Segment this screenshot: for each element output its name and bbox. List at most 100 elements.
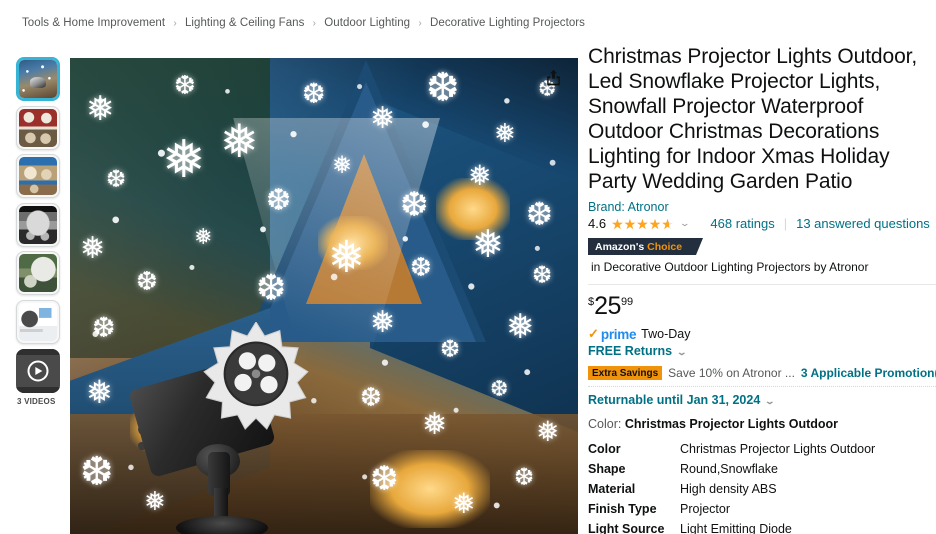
product-image-viewer[interactable]: ❅ ❆ ❅ ❆ ❅ ❆ ❅ ❆ ❆ ❅ ❆ ❅ ❆ ❅ ❆ ❅ ❆ ❅ ❆ ❅ … [70, 58, 578, 534]
thumbnail-2-image [19, 108, 57, 147]
spec-value: Projector [680, 501, 731, 516]
free-returns-caret-icon[interactable]: ⌄ [676, 347, 687, 358]
prime-delivery-row: ✓ prime Two-Day [588, 326, 936, 342]
color-selection-label: Color: [588, 417, 622, 431]
price-fraction: 99 [620, 296, 634, 308]
thumbnail-2[interactable] [16, 105, 60, 150]
projector-lens-snowflake-icon [203, 322, 309, 430]
price-whole: 25 [594, 292, 621, 320]
video-thumbnail[interactable] [16, 348, 60, 393]
breadcrumb-item-1[interactable]: Lighting & Ceiling Fans [185, 17, 304, 29]
returnable-caret-icon[interactable]: ⌄ [764, 396, 775, 407]
thumbnail-5[interactable] [16, 251, 60, 295]
thumbnail-4-art [19, 205, 57, 244]
spec-value: Christmas Projector Lights Outdoor [680, 441, 876, 456]
thumbnail-6-art [19, 302, 57, 341]
thumbnail-1-image [19, 60, 57, 98]
spec-value: High density ABS [680, 481, 777, 496]
table-row: Finish Type Projector [588, 499, 936, 519]
spec-value: Light Emitting Diode [680, 521, 792, 534]
price-block: $2599 [588, 294, 936, 319]
thumbnail-4[interactable] [16, 202, 60, 247]
share-button[interactable] [540, 64, 566, 90]
spec-key: Light Source Type [588, 521, 665, 534]
play-triangle-icon [35, 366, 43, 375]
thumbnail-5-image [19, 254, 57, 292]
returnable-row[interactable]: Returnable until Jan 31, 2024 ⌄ [588, 393, 936, 407]
returnable-link[interactable]: Returnable until Jan 31, 2024 [588, 393, 760, 407]
breadcrumb-separator: › [312, 18, 317, 29]
divider [588, 284, 936, 285]
video-letterbox-bottom [16, 386, 60, 393]
rating-dropdown-caret-icon[interactable]: ⌄ [679, 218, 690, 229]
thumbnail-1[interactable] [16, 57, 60, 101]
promotion-description: Save 10% on Atronor ... [668, 366, 795, 380]
window-glow-3 [370, 450, 490, 528]
brand-label[interactable]: Brand: Atronor [588, 200, 669, 214]
extra-savings-badge: Extra Savings [588, 366, 663, 380]
table-row: Shape Round,Snowflake [588, 459, 936, 479]
spec-value: Round,Snowflake [680, 461, 778, 476]
product-hero-image[interactable]: ❅ ❆ ❅ ❆ ❅ ❆ ❅ ❆ ❆ ❅ ❆ ❅ ❆ ❅ ❆ ❅ ❆ ❅ ❆ ❅ … [70, 58, 578, 534]
thumbnail-5-art [19, 254, 57, 292]
thumbnail-4-image [19, 205, 57, 244]
thumbnail-6-image [19, 302, 57, 341]
video-letterbox-top [16, 348, 60, 355]
spec-key: Color [588, 441, 621, 456]
table-row: Color Christmas Projector Lights Outdoor [588, 439, 936, 459]
breadcrumb-separator: › [173, 18, 177, 29]
breadcrumb-item-2[interactable]: Outdoor Lighting [324, 17, 410, 29]
window-glow-2 [436, 178, 510, 240]
thumbnail-3[interactable] [16, 154, 60, 198]
thumbnail-3-art [19, 157, 57, 195]
delivery-speed: Two-Day [641, 327, 691, 341]
free-returns-row[interactable]: FREE Returns ⌄ [588, 344, 936, 358]
rating-stars[interactable]: ★★★★★ ★★★★★ [611, 217, 674, 231]
amazons-choice-subtitle: in Decorative Outdoor Lighting Projector… [591, 260, 869, 274]
breadcrumb-item-0[interactable]: Tools & Home Improvement [22, 17, 165, 29]
thumbnail-rail: 3 VIDEOS [16, 57, 62, 406]
rating-value: 4.6 [588, 216, 607, 231]
product-info-column: Christmas Projector Lights Outdoor, Led … [588, 44, 936, 534]
projector-device [128, 320, 370, 534]
rating-stars-filled: ★★★★★ [611, 216, 669, 231]
snowflake-icon: ❅ [494, 118, 516, 148]
breadcrumb-separator: › [418, 18, 422, 29]
thumbnail-6[interactable] [16, 299, 60, 344]
thumbnail-1-projector [29, 76, 47, 89]
prime-check-icon: ✓ [588, 326, 599, 341]
amazons-choice-prefix: Amazon's [595, 240, 645, 253]
answered-questions-link[interactable]: 13 answered questions [796, 216, 930, 231]
spec-key: Material [588, 481, 636, 496]
spec-key: Shape [588, 461, 626, 476]
breadcrumb-item-3[interactable]: Decorative Lighting Projectors [430, 17, 585, 29]
amazons-choice-highlight: Choice [647, 240, 683, 253]
free-returns-link[interactable]: FREE Returns [588, 344, 672, 358]
brand-link[interactable]: Brand: Atronor [588, 200, 936, 214]
spec-key: Finish Type [588, 501, 657, 516]
table-row: Light Source Type Light Emitting Diode [588, 519, 936, 534]
thumbnail-2-art [19, 108, 57, 147]
color-selection: Color: Christmas Projector Lights Outdoo… [588, 417, 936, 431]
page-title: Christmas Projector Lights Outdoor, Led … [588, 45, 918, 193]
table-row: Material High density ABS [588, 479, 936, 499]
window-glow-1 [318, 216, 388, 270]
videos-count-label: 3 VIDEOS [17, 396, 56, 406]
specs-table: Color Christmas Projector Lights Outdoor… [588, 439, 936, 534]
share-icon [546, 69, 560, 85]
price-currency: $ [588, 296, 595, 308]
color-selection-value: Christmas Projector Lights Outdoor [624, 417, 839, 431]
promotions-row: Extra Savings Save 10% on Atronor ... 3 … [588, 366, 936, 380]
applicable-promotions-link[interactable]: 3 Applicable Promotion(s) [801, 366, 936, 380]
background-trees [70, 58, 270, 358]
prime-logo-text: prime [600, 326, 637, 342]
rating-row: 4.6 ★★★★★ ★★★★★ ⌄ 468 ratings | 13 answe… [588, 216, 936, 231]
status-badge: Amazon's Choice [588, 238, 704, 255]
projector-base [176, 516, 268, 534]
rating-separator: | [783, 216, 788, 231]
product-price: $2599 [588, 294, 633, 319]
ratings-count-link[interactable]: 468 ratings [710, 216, 774, 231]
thumbnail-3-image [19, 157, 57, 195]
dotted-divider [588, 386, 936, 387]
breadcrumb: Tools & Home Improvement › Lighting & Ce… [22, 17, 585, 29]
